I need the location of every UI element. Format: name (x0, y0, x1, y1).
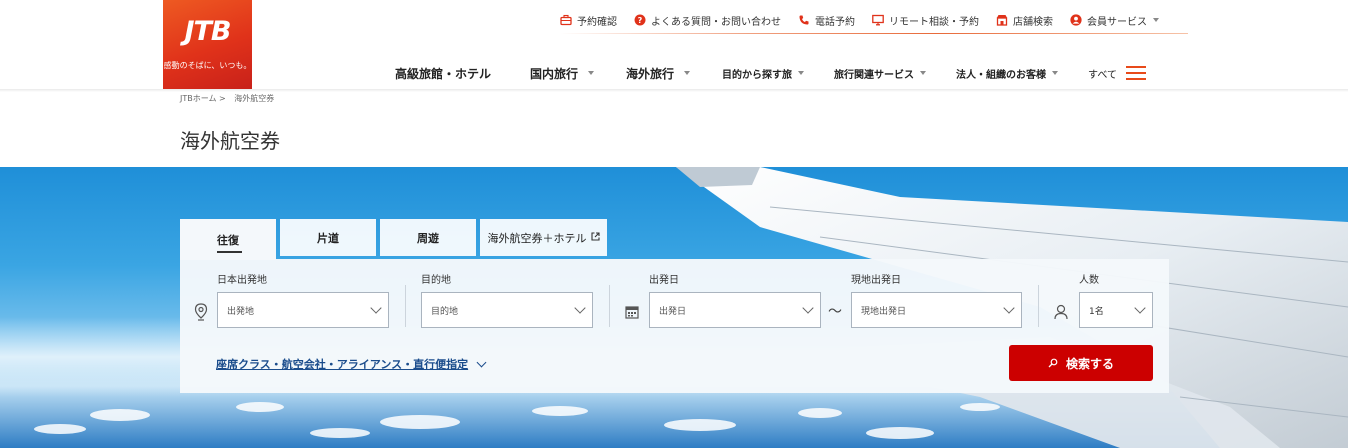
jtb-logo[interactable]: JTB 感動のそばに、いつも。 (163, 0, 252, 89)
svg-text:?: ? (638, 16, 643, 25)
trip-type-tabs: 往復 片道 周遊 海外航空券＋ホテル (180, 219, 611, 260)
origin-select[interactable]: 出発地 (217, 292, 389, 328)
location-pin-icon (194, 303, 210, 321)
util-label: よくある質問・お問い合わせ (651, 16, 781, 28)
utility-nav: 予約確認 ? よくある質問・お問い合わせ 電話予約 リモート相談・予約 店舗検索… (560, 10, 1190, 30)
search-panel: 日本出発地 出発地 目的地 目的地 出発日 出発日 ～ 現地出発日 現地出発日 (180, 259, 1169, 393)
store-icon (996, 14, 1008, 26)
local-depart-date-label: 現地出発日 (851, 275, 901, 286)
monitor-icon (872, 14, 884, 26)
chevron-down-icon (1153, 18, 1159, 22)
gnav-all-menu[interactable]: すべて (1088, 66, 1146, 81)
depart-date-placeholder: 出発日 (659, 306, 687, 317)
origin-label: 日本出発地 (217, 275, 267, 286)
gnav-corporate[interactable]: 法人・組織のお客様 (956, 66, 1059, 81)
chevron-down-icon (920, 71, 927, 75)
phone-icon (798, 14, 810, 26)
passengers-value: 1名 (1089, 306, 1104, 317)
advanced-options-label: 座席クラス・航空会社・アライアンス・直行便指定 (216, 358, 469, 371)
depart-date-label: 出発日 (649, 275, 679, 286)
breadcrumb: JTBホーム > 海外航空券 (180, 93, 274, 104)
gnav-travel-services[interactable]: 旅行関連サービス (834, 66, 927, 81)
field-divider (609, 285, 610, 327)
tab-round-trip[interactable]: 往復 (180, 219, 276, 260)
calendar-icon (625, 304, 641, 322)
tab-label: 海外航空券＋ホテル (487, 231, 587, 245)
tab-flight-hotel[interactable]: 海外航空券＋ホテル (480, 219, 607, 256)
util-store-search[interactable]: 店舗検索 (996, 13, 1053, 28)
chevron-down-icon (1134, 302, 1146, 314)
passengers-select[interactable]: 1名 (1079, 292, 1153, 328)
header-shadow (0, 89, 1348, 92)
breadcrumb-current: 海外航空券 (234, 94, 275, 103)
depart-date-select[interactable]: 出発日 (649, 292, 821, 328)
tab-label: 往復 (217, 233, 239, 247)
util-label: 会員サービス (1087, 16, 1147, 28)
chevron-down-icon (574, 302, 586, 314)
logo-tagline: 感動のそばに、いつも。 (163, 61, 252, 70)
tab-multi-city[interactable]: 周遊 (380, 219, 476, 256)
util-remote-consult[interactable]: リモート相談・予約 (872, 13, 979, 28)
gnav-label: すべて (1088, 69, 1117, 81)
util-label: 店舗検索 (1013, 16, 1053, 28)
destination-select[interactable]: 目的地 (421, 292, 593, 328)
search-button[interactable]: 検索する (1009, 345, 1153, 381)
util-faq-contact[interactable]: ? よくある質問・お問い合わせ (634, 13, 781, 28)
util-phone-reservation[interactable]: 電話予約 (798, 13, 855, 28)
chevron-down-icon (370, 302, 382, 314)
gnav-label: 海外旅行 (626, 66, 675, 81)
gnav-label: 目的から探す旅 (722, 69, 793, 81)
chevron-down-icon (588, 71, 595, 75)
chevron-down-icon (1003, 302, 1015, 314)
external-link-icon (590, 231, 600, 244)
header: JTB 感動のそばに、いつも。 予約確認 ? よくある質問・お問い合わせ 電話予… (0, 0, 1348, 90)
chevron-down-icon (798, 71, 805, 75)
user-icon (1070, 14, 1082, 26)
global-nav: 高級旅館・ホテル 国内旅行 海外旅行 目的から探す旅 旅行関連サービス 法人・組… (395, 61, 1195, 85)
briefcase-icon (560, 14, 572, 26)
gnav-label: 国内旅行 (530, 66, 579, 81)
destination-placeholder: 目的地 (431, 306, 459, 317)
chevron-down-icon (684, 71, 691, 75)
chevron-down-icon (1052, 71, 1059, 75)
util-reservation-check[interactable]: 予約確認 (560, 13, 617, 28)
utility-divider (560, 33, 1188, 34)
gnav-overseas-travel[interactable]: 海外旅行 (626, 65, 691, 82)
util-member-service[interactable]: 会員サービス (1070, 13, 1159, 28)
search-button-label: 検索する (1065, 356, 1114, 371)
breadcrumb-separator: > (219, 94, 226, 103)
page: JTB 感動のそばに、いつも。 予約確認 ? よくある質問・お問い合わせ 電話予… (0, 0, 1348, 448)
breadcrumb-home-link[interactable]: JTBホーム (180, 94, 217, 103)
active-tab-underline (217, 251, 242, 253)
tab-one-way[interactable]: 片道 (280, 219, 376, 256)
gnav-domestic-travel[interactable]: 国内旅行 (530, 65, 595, 82)
tab-label: 周遊 (417, 231, 439, 245)
local-depart-date-select[interactable]: 現地出発日 (851, 292, 1022, 328)
date-range-tilde: ～ (828, 304, 842, 320)
util-label: リモート相談・予約 (889, 16, 979, 28)
advanced-options-link[interactable]: 座席クラス・航空会社・アライアンス・直行便指定 (216, 356, 487, 372)
gnav-luxury-ryokan-hotel[interactable]: 高級旅館・ホテル (395, 65, 491, 82)
tab-label: 片道 (317, 231, 339, 245)
util-label: 電話予約 (815, 16, 855, 28)
destination-label: 目的地 (421, 275, 451, 286)
gnav-label: 旅行関連サービス (834, 69, 915, 81)
question-icon: ? (634, 14, 646, 26)
gnav-purpose-travel[interactable]: 目的から探す旅 (722, 66, 805, 81)
util-label: 予約確認 (577, 16, 617, 28)
chevron-down-icon (802, 302, 814, 314)
field-divider (1038, 285, 1039, 327)
chevron-down-icon (476, 357, 487, 367)
origin-placeholder: 出発地 (227, 306, 255, 317)
hamburger-menu-icon (1125, 66, 1146, 80)
search-icon (1048, 358, 1058, 368)
local-depart-date-placeholder: 現地出発日 (861, 306, 907, 317)
gnav-label: 高級旅館・ホテル (395, 66, 492, 81)
page-title: 海外航空券 (180, 129, 280, 153)
field-divider (405, 285, 406, 327)
logo-mark: JTB (184, 16, 231, 47)
person-icon (1054, 304, 1070, 322)
gnav-label: 法人・組織のお客様 (956, 69, 1047, 81)
passengers-label: 人数 (1079, 275, 1099, 286)
